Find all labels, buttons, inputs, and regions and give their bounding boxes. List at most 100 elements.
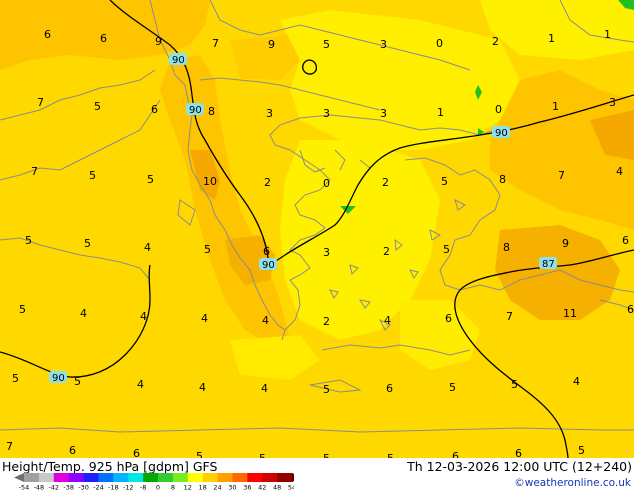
- temperature-value: 9: [562, 237, 569, 250]
- temperature-value: 5: [12, 372, 19, 385]
- color-scale-tick-label: 18: [199, 484, 207, 490]
- color-scale-tick-label: 30: [228, 484, 236, 490]
- temperature-value: 6: [622, 234, 629, 247]
- color-scale-arrow-high: [292, 473, 294, 482]
- color-scale-tick-label: 48: [273, 484, 281, 490]
- color-scale-swatch: [262, 473, 278, 482]
- color-scale-tick-label: -48: [34, 484, 45, 490]
- temperature-value: 2: [492, 35, 499, 48]
- temperature-value: 5: [84, 237, 91, 250]
- contour-label-text: 90: [52, 373, 65, 384]
- temperature-value: 7: [212, 37, 219, 50]
- temperature-value: 5: [25, 234, 32, 247]
- temperature-value: 5: [323, 383, 330, 396]
- forecast-timestamp: Th 12-03-2026 12:00 UTC (12+240): [407, 459, 632, 474]
- temperature-value: 4: [573, 375, 580, 388]
- temperature-value: 3: [323, 107, 330, 120]
- temperature-value: 3: [609, 96, 616, 109]
- temperature-value: 8: [499, 173, 506, 186]
- temperature-value: 5: [196, 450, 203, 458]
- color-scale-swatch: [217, 473, 233, 482]
- temperature-value: 6: [515, 447, 522, 458]
- temperature-value: 2: [382, 176, 389, 189]
- temperature-value: 0: [495, 103, 502, 116]
- contour-label-4: 90: [259, 258, 277, 271]
- color-scale-tick-label: -30: [78, 484, 89, 490]
- temperature-map: 90 90 90 90 90 87 6 6 9 7 9 5 3 0 2 1 1 …: [0, 0, 634, 458]
- color-scale-tick-label: -38: [63, 484, 74, 490]
- temperature-value: 5: [204, 243, 211, 256]
- color-scale-swatch: [128, 473, 144, 482]
- temperature-value: 4: [262, 314, 269, 327]
- color-scale-tick-label: 12: [184, 484, 192, 490]
- temperature-value: 5: [449, 381, 456, 394]
- temperature-value: 6: [627, 303, 634, 316]
- contour-label-1: 90: [169, 53, 187, 66]
- temperature-value: 4: [137, 378, 144, 391]
- temperature-value: 4: [80, 307, 87, 320]
- temperature-value: 5: [443, 243, 450, 256]
- temperature-value: 2: [383, 245, 390, 258]
- contour-label-text: 87: [542, 259, 555, 270]
- color-scale-tick-label: -8: [140, 484, 146, 490]
- color-scale-swatch: [53, 473, 70, 482]
- temperature-value: 3: [266, 107, 273, 120]
- temperature-value: 1: [437, 106, 444, 119]
- contour-label-5: 90: [49, 371, 67, 384]
- temperature-value: 0: [436, 37, 443, 50]
- temperature-value: 5: [19, 303, 26, 316]
- color-scale-tick-label: -12: [123, 484, 134, 490]
- contour-label-3: 90: [492, 126, 510, 139]
- temperature-value: 9: [268, 38, 275, 51]
- temperature-value: 10: [203, 175, 217, 188]
- contour-label-text: 90: [189, 105, 202, 116]
- temperature-value: 4: [199, 381, 206, 394]
- color-scale-tick-label: 24: [213, 484, 221, 490]
- temperature-value: 5: [147, 173, 154, 186]
- color-scale-tick-label: -18: [108, 484, 119, 490]
- contour-label-text: 90: [495, 128, 508, 139]
- contour-label-text: 90: [262, 260, 275, 271]
- temperature-value: 9: [155, 35, 162, 48]
- temperature-value: 5: [89, 169, 96, 182]
- temperature-value: 7: [6, 440, 13, 453]
- temperature-value: 5: [74, 375, 81, 388]
- map-footer: Height/Temp. 925 hPa [gdpm] GFS Th 12-03…: [0, 458, 634, 490]
- contour-label-text: 90: [172, 55, 185, 66]
- temperature-value: 4: [140, 310, 147, 323]
- color-scale-swatch: [83, 473, 99, 482]
- color-scale-ticks: -54 -48 -42 -38 -30 -24 -18 -12 -8 0 8 12 18 24 30 36 42…: [19, 484, 294, 490]
- color-scale-arrow-low: [14, 473, 24, 482]
- temperature-value: 6: [263, 245, 270, 258]
- color-scale-tick-label: 36: [243, 484, 251, 490]
- temperature-value: 4: [144, 241, 151, 254]
- color-scale-swatch: [172, 473, 189, 482]
- site-credit-link[interactable]: ©weatheronline.co.uk: [514, 477, 631, 489]
- temperature-value: 8: [208, 105, 215, 118]
- color-scale-swatch: [277, 473, 293, 482]
- color-scale-swatch: [98, 473, 114, 482]
- color-scale-swatch: [187, 473, 204, 482]
- temperature-value: 1: [604, 28, 611, 41]
- temperature-value: 8: [503, 241, 510, 254]
- temperature-value: 6: [100, 32, 107, 45]
- temperature-value: 11: [563, 307, 577, 320]
- color-scale-swatches: [14, 473, 294, 482]
- color-scale-swatch: [247, 473, 263, 482]
- temperature-value: 1: [548, 32, 555, 45]
- color-scale-tick-label: -54: [19, 484, 30, 490]
- temperature-value: 6: [133, 447, 140, 458]
- temperature-value: 7: [558, 169, 565, 182]
- color-scale-tick-label: 8: [171, 484, 175, 490]
- temperature-value: 5: [511, 378, 518, 391]
- color-scale-tick-label: 54: [288, 484, 294, 490]
- color-scale-swatch: [202, 473, 219, 482]
- temperature-value: 0: [323, 177, 330, 190]
- color-scale-tick-label: -24: [93, 484, 104, 490]
- temperature-value: 2: [264, 176, 271, 189]
- temperature-value: 3: [380, 38, 387, 51]
- temperature-value: 3: [380, 107, 387, 120]
- temperature-value: 4: [201, 312, 208, 325]
- color-scale-legend: -54 -48 -42 -38 -30 -24 -18 -12 -8 0 8 12 18 24 30 36 42…: [14, 473, 294, 490]
- temperature-value: 6: [386, 382, 393, 395]
